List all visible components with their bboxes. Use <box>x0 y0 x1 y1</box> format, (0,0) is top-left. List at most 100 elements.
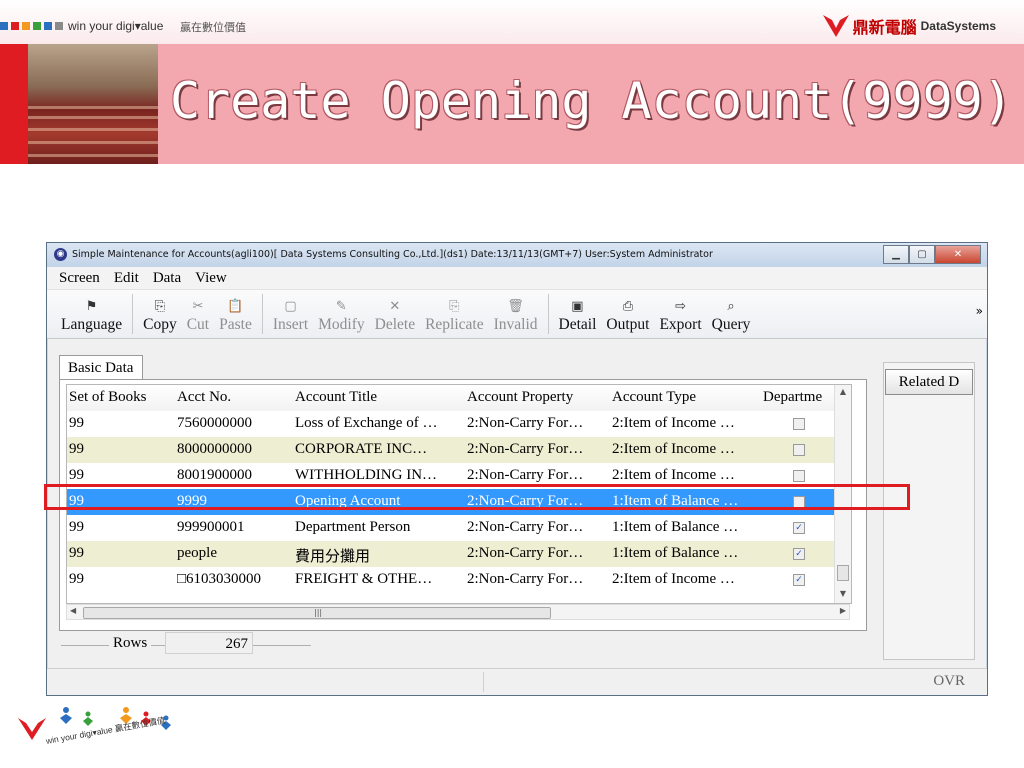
department-checkbox[interactable] <box>793 444 805 456</box>
status-bar: OVR <box>47 668 987 695</box>
invalid-label: Invalid <box>493 316 538 333</box>
replicate-button[interactable]: ⎘ Replicate <box>425 298 484 338</box>
toolbar-separator <box>261 294 263 334</box>
binoculars-icon: ⌕ <box>727 299 735 314</box>
cell-acct: 8000000000 <box>177 441 252 457</box>
cell-book: 99 <box>69 441 84 457</box>
horizontal-scroll-thumb[interactable]: ||| <box>83 607 551 619</box>
cell-acct: 999900001 <box>177 519 245 535</box>
cell-acct: people <box>177 545 217 561</box>
cell-book: 99 <box>69 571 84 587</box>
column-header[interactable]: Account Type <box>612 389 760 406</box>
copy-button[interactable]: ⎘ Copy <box>143 298 177 338</box>
rows-label: Rows <box>109 635 152 652</box>
app-icon: ◉ <box>54 248 67 261</box>
cell-property: 2:Non-Carry For… <box>467 467 584 483</box>
cell-type: 1:Item of Balance … <box>612 545 739 561</box>
x-icon: ✕ <box>389 299 401 314</box>
close-button[interactable]: ✕ <box>935 245 981 264</box>
slogan-chinese: 贏在數位價值 <box>180 21 246 34</box>
invalid-button[interactable]: 🗑 Invalid <box>494 298 538 338</box>
vertical-scroll-thumb[interactable] <box>837 565 849 581</box>
table-row[interactable]: 99 8000000000 CORPORATE INC… 2:Non-Carry Fo… <box>67 437 851 463</box>
table-row[interactable]: 99 7560000000 Loss of Exchange of … 2:Non-C… <box>67 411 851 437</box>
column-header[interactable]: Acct No. <box>177 389 291 406</box>
related-data-button[interactable]: Related D <box>885 369 973 395</box>
department-checkbox[interactable]: ✓ <box>793 548 805 560</box>
copy-label: Copy <box>143 316 177 333</box>
scroll-right-icon[interactable]: ▶ <box>840 606 846 615</box>
paste-label: Paste <box>219 316 252 333</box>
insert-label: Insert <box>272 316 309 333</box>
cell-title: FREIGHT & OTHE… <box>295 571 433 587</box>
menu-view[interactable]: View <box>195 270 227 287</box>
query-button[interactable]: ⌕ Query <box>712 298 751 338</box>
slogan: win your digi▾alue <box>68 19 164 33</box>
department-checkbox[interactable] <box>793 470 805 482</box>
window-titlebar[interactable]: ◉ Simple Maintenance for Accounts(agli10… <box>47 243 987 267</box>
scroll-down-icon[interactable]: ▼ <box>835 589 851 598</box>
window-title: Simple Maintenance for Accounts(agli100)… <box>72 249 713 260</box>
column-header[interactable]: Account Property <box>467 389 609 406</box>
brand-logo: 鼎新電腦 DataSystems <box>822 14 996 38</box>
paste-icon: 📋 <box>227 299 244 314</box>
department-checkbox[interactable] <box>793 418 805 430</box>
insert-button[interactable]: ▢ Insert <box>273 298 308 338</box>
slide-title: Create Opening Account(9999) <box>170 72 1013 130</box>
table-row[interactable]: 99 people 費用分攤用 2:Non-Carry For… 1:Item of B… <box>67 541 851 567</box>
cell-title: CORPORATE INC… <box>295 441 428 457</box>
minimize-button[interactable]: ▁ <box>883 245 909 264</box>
modify-button[interactable]: ✎ Modify <box>318 298 365 338</box>
copy-icon: ⎘ <box>154 299 166 314</box>
toolbar-separator <box>547 294 549 334</box>
scroll-left-icon[interactable]: ◀ <box>70 606 76 615</box>
replicate-label: Replicate <box>425 316 484 333</box>
brand-mark-icon <box>822 15 849 37</box>
printer-icon: ⎙ <box>622 299 634 314</box>
detail-label: Detail <box>558 316 597 333</box>
cell-title: WITHHOLDING IN… <box>295 467 438 483</box>
detail-button[interactable]: ▣ Detail <box>559 298 597 338</box>
column-header[interactable]: Departme <box>763 389 833 406</box>
table-row[interactable]: 99 □6103030000 FREIGHT & OTHE… 2:Non-Carry … <box>67 567 851 593</box>
menu-data[interactable]: Data <box>153 270 181 287</box>
menu-screen[interactable]: Screen <box>59 270 100 287</box>
table-row[interactable]: 99 999900001 Department Person 2:Non-Carry … <box>67 515 851 541</box>
export-button[interactable]: ⇨ Export <box>659 298 701 338</box>
delete-button[interactable]: ✕ Delete <box>375 298 415 338</box>
brand-name-english: DataSystems <box>920 19 996 33</box>
maximize-button[interactable]: ▢ <box>909 245 935 264</box>
modify-label: Modify <box>318 316 365 333</box>
toolbar-overflow-icon[interactable]: » <box>976 304 983 318</box>
column-header[interactable]: Set of Books <box>69 389 173 406</box>
cell-book: 99 <box>69 519 84 535</box>
cell-type: 2:Item of Income … <box>612 571 735 587</box>
cell-property: 2:Non-Carry For… <box>467 519 584 535</box>
menu-edit[interactable]: Edit <box>114 270 139 287</box>
language-button[interactable]: ⚑ Language <box>61 298 122 338</box>
menu-bar: Screen Edit Data View <box>47 267 987 290</box>
trash-icon: 🗑 <box>507 299 524 314</box>
paste-button[interactable]: 📋 Paste <box>219 298 252 338</box>
cut-button[interactable]: ✂ Cut <box>187 298 209 338</box>
language-label: Language <box>61 316 123 333</box>
slide-top-bar: win your digi▾alue 贏在數位價值 鼎新電腦 DataSyste… <box>0 0 1024 45</box>
department-checkbox[interactable]: ✓ <box>793 574 805 586</box>
department-checkbox[interactable]: ✓ <box>793 522 805 534</box>
selected-row-highlight-box <box>44 484 910 510</box>
auditorium-photo <box>28 44 158 164</box>
related-panel <box>883 362 975 660</box>
horizontal-scrollbar[interactable]: ◀ ||| ▶ <box>66 604 850 620</box>
overwrite-mode-indicator: OVR <box>933 673 965 689</box>
cell-title: 費用分攤用 <box>295 549 371 565</box>
delete-label: Delete <box>374 316 416 333</box>
flag-icon: ⚑ <box>85 299 98 314</box>
cell-property: 2:Non-Carry For… <box>467 441 584 457</box>
output-button[interactable]: ⎙ Output <box>606 298 649 338</box>
pencil-icon: ✎ <box>335 299 347 314</box>
scroll-up-icon[interactable]: ▲ <box>835 387 851 396</box>
tab-basic-data[interactable]: Basic Data <box>59 355 143 379</box>
cell-type: 2:Item of Income … <box>612 467 735 483</box>
cell-property: 2:Non-Carry For… <box>467 571 584 587</box>
column-header[interactable]: Account Title <box>295 389 463 406</box>
